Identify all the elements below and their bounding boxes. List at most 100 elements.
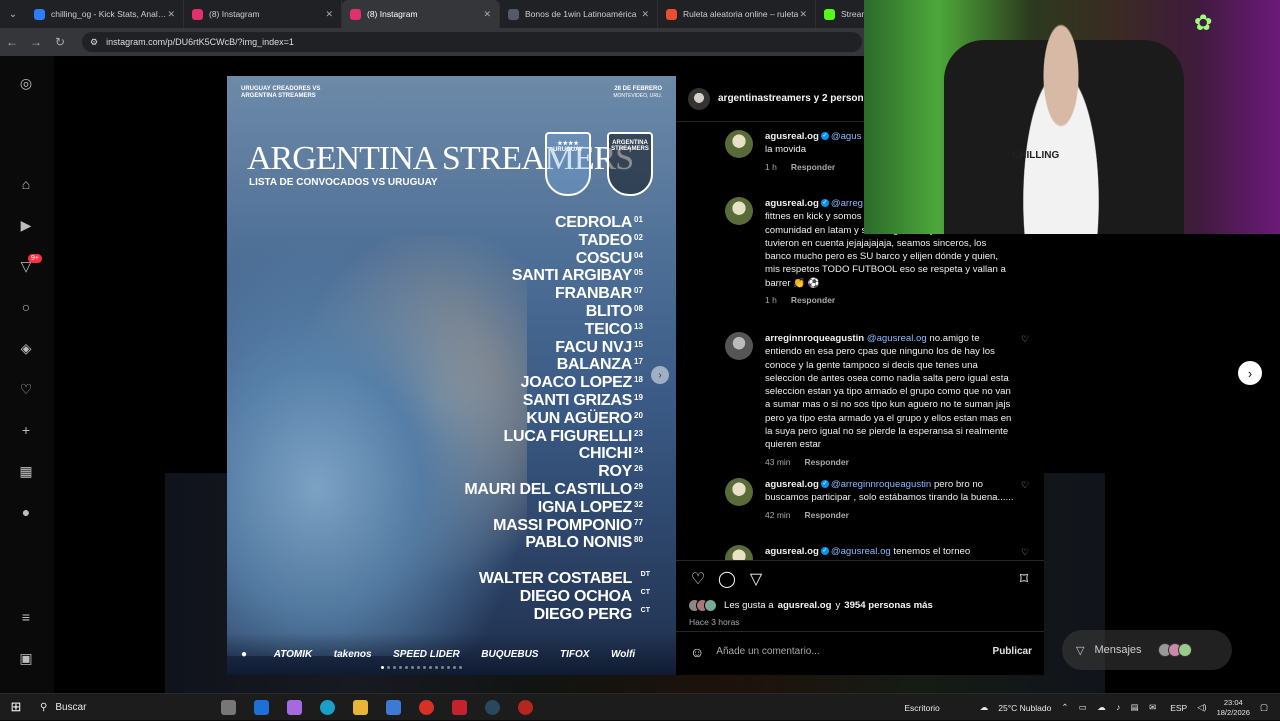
weather-text[interactable]: 25°C Nublado (998, 703, 1051, 713)
browser-tab[interactable]: chilling_og - Kick Stats, Analytic ✕ (26, 0, 184, 28)
tab-close-icon[interactable]: ✕ (483, 9, 491, 20)
commenter-name[interactable]: arreginnroqueagustin (765, 333, 864, 344)
tab-close-icon[interactable]: ✕ (641, 9, 649, 20)
profile-avatar[interactable]: ● (17, 503, 35, 521)
roster-row: KUN AGÜERO 20 (464, 410, 650, 428)
commenter-avatar[interactable] (725, 197, 753, 225)
dashboard-icon[interactable]: ▦ (17, 462, 35, 480)
commenter-avatar[interactable] (725, 545, 753, 560)
carousel-dot[interactable] (447, 666, 450, 669)
carousel-dot[interactable] (423, 666, 426, 669)
copilot-icon[interactable] (278, 694, 311, 721)
carousel-dot[interactable] (393, 666, 396, 669)
carousel-dot[interactable] (405, 666, 408, 669)
browser-tab[interactable]: (8) Instagram ✕ (342, 0, 500, 28)
commenter-name[interactable]: agusreal.og (765, 479, 819, 490)
carousel-dot[interactable] (399, 666, 402, 669)
desktop-label[interactable]: Escritorio (904, 703, 939, 713)
tab-search-icon[interactable]: ⌄ (0, 0, 26, 28)
carousel-dot[interactable] (411, 666, 414, 669)
reload-icon[interactable]: ↻ (48, 35, 72, 49)
next-post-chevron-icon[interactable]: › (1238, 361, 1262, 385)
chrome-icon[interactable] (410, 694, 443, 721)
heart-icon[interactable]: ♡ (17, 380, 35, 398)
taskbar-search[interactable]: ⚲ Buscar (32, 694, 212, 721)
tray-icons[interactable]: ⌃ ▭ ☁ ♪ ▤ ✉ (1061, 702, 1160, 713)
comment-mention[interactable]: @arreg (831, 198, 863, 209)
reply-button[interactable]: Responder (791, 294, 835, 307)
forward-icon[interactable]: → (24, 35, 48, 49)
publish-button[interactable]: Publicar (993, 646, 1032, 657)
bookmark-icon[interactable]: ⌑ (1014, 569, 1034, 589)
explore-icon[interactable]: ◈ (17, 339, 35, 357)
carousel-dot[interactable] (381, 666, 384, 669)
volume-icon[interactable]: ◁) (1197, 702, 1206, 713)
language-indicator[interactable]: ESP (1170, 703, 1187, 713)
reels-icon[interactable]: ▶ (17, 216, 35, 234)
comment-input[interactable]: Añade un comentario... (716, 646, 819, 657)
site-info-icon[interactable]: ⚙ (90, 37, 98, 48)
instagram-logo-icon[interactable]: ◎ (17, 74, 35, 92)
commenter-avatar[interactable] (725, 478, 753, 506)
user-tag-icon[interactable]: ● (241, 649, 253, 661)
clock[interactable]: 23:04 18/2/2026 (1217, 698, 1250, 718)
app-icon[interactable] (377, 694, 410, 721)
match-header: URUGUAY CREADORES VS ARGENTINA STREAMERS (241, 86, 321, 99)
comment-like-icon[interactable]: ♡ (1021, 480, 1029, 491)
emoji-icon[interactable]: ☺ (690, 644, 704, 660)
recorder-icon[interactable] (509, 694, 542, 721)
commenter-avatar[interactable] (725, 332, 753, 360)
tab-close-icon[interactable]: ✕ (325, 9, 333, 20)
likes-user[interactable]: agusreal.og (778, 600, 832, 611)
tab-close-icon[interactable]: ✕ (167, 9, 175, 20)
carousel-dot[interactable] (387, 666, 390, 669)
obs-icon[interactable] (443, 694, 476, 721)
carousel-dot[interactable] (417, 666, 420, 669)
author-avatar[interactable] (688, 87, 710, 110)
commenter-name[interactable]: agusreal.og (765, 198, 819, 209)
carousel-dot[interactable] (435, 666, 438, 669)
commenter-name[interactable]: agusreal.og (765, 131, 819, 142)
comment-bubble-icon[interactable]: ◯ (717, 569, 737, 589)
home-icon[interactable]: ⌂ (17, 175, 35, 193)
likes-count[interactable]: 3954 personas más (844, 600, 933, 611)
search-icon[interactable]: ○ (17, 298, 35, 316)
messages-button[interactable]: ▽ Mensajes (1062, 630, 1232, 670)
reply-button[interactable]: Responder (805, 456, 849, 469)
more-apps-icon[interactable]: ▣ (17, 649, 35, 667)
carousel-next-icon[interactable]: › (651, 366, 669, 384)
url-field[interactable]: ⚙ instagram.com/p/DU6rtK5CWcB/?img_index… (82, 32, 862, 52)
create-icon[interactable]: + (17, 421, 35, 439)
back-icon[interactable]: ← (0, 35, 24, 49)
comment-like-icon[interactable]: ♡ (1021, 334, 1029, 345)
browser-tab[interactable]: Ruleta aleatoria online – ruleta ✕ (658, 0, 816, 28)
menu-icon[interactable]: ≡ (17, 608, 35, 626)
commenter-name[interactable]: agusreal.og (765, 546, 819, 557)
reply-button[interactable]: Responder (805, 509, 849, 522)
author-name[interactable]: argentinastreamers y 2 person (718, 93, 864, 104)
tab-close-icon[interactable]: ✕ (799, 9, 807, 20)
comment-mention[interactable]: @agus (831, 131, 862, 142)
carousel-dot[interactable] (429, 666, 432, 669)
edge-icon[interactable] (311, 694, 344, 721)
roster-row: CEDROLA 01 (464, 214, 650, 232)
notifications-icon[interactable]: ▢ (1260, 702, 1268, 713)
share-send-icon[interactable]: ▽ (746, 569, 766, 589)
comment-mention[interactable]: @agusreal.og (867, 333, 927, 344)
commenter-avatar[interactable] (725, 130, 753, 158)
task-view-icon[interactable] (212, 694, 245, 721)
comment-mention[interactable]: @agusreal.og (831, 546, 891, 557)
store-icon[interactable] (245, 694, 278, 721)
carousel-dot[interactable] (459, 666, 462, 669)
carousel-dot[interactable] (453, 666, 456, 669)
like-heart-icon[interactable]: ♡ (688, 569, 708, 589)
browser-tab[interactable]: (8) Instagram ✕ (184, 0, 342, 28)
folder-icon[interactable] (344, 694, 377, 721)
carousel-dot[interactable] (441, 666, 444, 669)
reply-button[interactable]: Responder (791, 161, 835, 174)
comment-like-icon[interactable]: ♡ (1021, 547, 1029, 558)
steam-icon[interactable] (476, 694, 509, 721)
browser-tab[interactable]: Bonos de 1win Latinoamérica ✕ (500, 0, 658, 28)
windows-start-icon[interactable]: ⊞ (0, 699, 32, 715)
comment-mention[interactable]: @arreginnroqueagustin (831, 479, 931, 490)
